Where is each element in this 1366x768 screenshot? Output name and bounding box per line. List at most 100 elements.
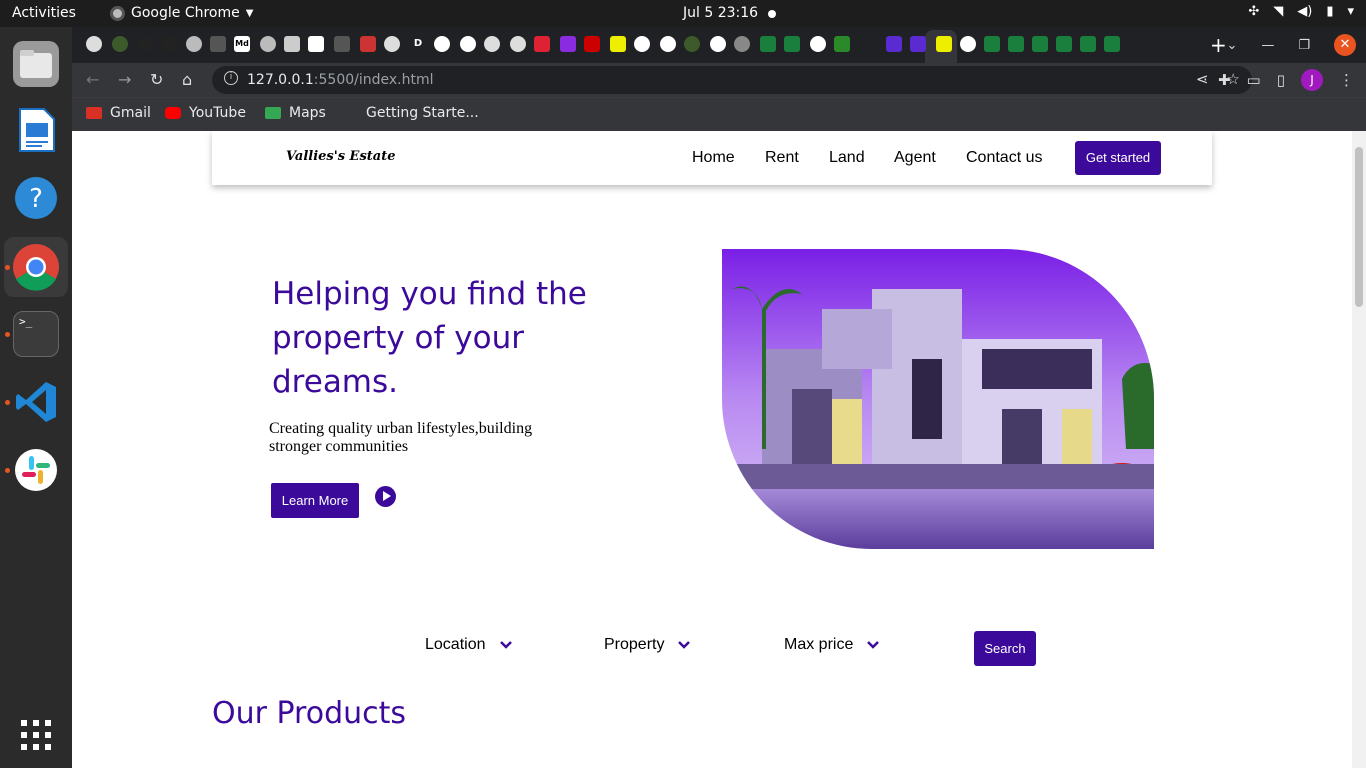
tab-favicon-hulu[interactable] bbox=[584, 36, 600, 52]
location-dropdown[interactable]: Location bbox=[425, 636, 512, 654]
bookmark-maps[interactable]: Maps bbox=[265, 105, 326, 121]
bookmark-getting-started[interactable]: Getting Starte... bbox=[342, 105, 479, 121]
clock[interactable]: Jul 5 23:16 bbox=[683, 5, 758, 21]
tab-search-icon[interactable]: ⌄ bbox=[1226, 38, 1237, 53]
files-icon[interactable] bbox=[13, 41, 59, 87]
side-panel-icon[interactable]: ▯ bbox=[1277, 71, 1285, 89]
new-tab-button[interactable]: + bbox=[1210, 33, 1227, 57]
tab-favicon-tree[interactable] bbox=[112, 36, 128, 52]
tab-favicon-github[interactable] bbox=[260, 36, 276, 52]
tab-favicon-google[interactable] bbox=[434, 36, 450, 52]
search-button[interactable]: Search bbox=[974, 631, 1036, 666]
tab-favicon-folder[interactable] bbox=[308, 36, 324, 52]
tab-favicon-google[interactable] bbox=[810, 36, 826, 52]
tab-favicon-globe[interactable] bbox=[384, 36, 400, 52]
tab-favicon-w[interactable] bbox=[784, 36, 800, 52]
app-grid-icon[interactable] bbox=[13, 712, 59, 758]
tab-favicon-google[interactable] bbox=[660, 36, 676, 52]
tab-favicon-r[interactable] bbox=[910, 36, 926, 52]
cast-icon[interactable]: ▭ bbox=[1247, 71, 1261, 89]
chrome-dock-icon[interactable] bbox=[4, 237, 68, 297]
network-icon: ✣ bbox=[1248, 4, 1260, 19]
terminal-icon[interactable]: >_ bbox=[13, 311, 59, 357]
share-icon[interactable]: ⋖ bbox=[1196, 70, 1209, 88]
site-info-icon[interactable]: i bbox=[224, 71, 238, 85]
tab-favicon-forms[interactable] bbox=[560, 36, 576, 52]
play-icon[interactable] bbox=[375, 486, 396, 507]
bookmark-youtube[interactable]: YouTube bbox=[165, 105, 246, 121]
profile-avatar[interactable]: J bbox=[1301, 69, 1323, 91]
nav-rent[interactable]: Rent bbox=[765, 149, 799, 167]
tab-favicon-w[interactable] bbox=[1056, 36, 1072, 52]
help-icon[interactable]: ? bbox=[13, 175, 59, 221]
tab-favicon-dark[interactable] bbox=[138, 36, 154, 52]
system-top-bar: Activities Google Chrome ▼ Jul 5 23:16 ✣… bbox=[0, 0, 1366, 27]
tab-favicon-google[interactable] bbox=[960, 36, 976, 52]
filter-label: Property bbox=[604, 636, 665, 653]
tab-favicon-gmail[interactable] bbox=[534, 36, 550, 52]
tab-favicon-w[interactable] bbox=[1032, 36, 1048, 52]
tab-favicon-w[interactable] bbox=[1080, 36, 1096, 52]
page-scrollbar[interactable] bbox=[1352, 131, 1366, 768]
nav-contact-us[interactable]: Contact us bbox=[966, 149, 1042, 167]
tab-favicon-globe[interactable] bbox=[510, 36, 526, 52]
site-logo[interactable]: Vallies's Estate bbox=[286, 149, 395, 164]
close-window-button[interactable]: ✕ bbox=[1334, 34, 1356, 56]
tab-favicon-github[interactable] bbox=[186, 36, 202, 52]
forward-button[interactable]: → bbox=[118, 70, 131, 89]
tab-favicon-globe[interactable] bbox=[86, 36, 102, 52]
system-tray[interactable]: ✣ ◥ ◀) ▮ ▾ bbox=[1248, 4, 1354, 19]
tab-favicon-globe[interactable] bbox=[484, 36, 500, 52]
tab-favicon-r[interactable] bbox=[886, 36, 902, 52]
property-dropdown[interactable]: Property bbox=[604, 636, 691, 654]
scrollbar-thumb[interactable] bbox=[1355, 147, 1363, 307]
app-menu[interactable]: Google Chrome ▼ bbox=[110, 5, 253, 21]
headline-line: property of your bbox=[272, 320, 524, 356]
learn-more-button[interactable]: Learn More bbox=[271, 483, 359, 518]
tab-favicon-w[interactable] bbox=[760, 36, 776, 52]
menu-icon[interactable]: ⋮ bbox=[1339, 71, 1354, 89]
activities-button[interactable]: Activities bbox=[12, 5, 76, 21]
extensions-icon[interactable]: ✚ bbox=[1218, 71, 1231, 89]
battery-icon: ▮ bbox=[1326, 4, 1334, 19]
tab-favicon-pen[interactable] bbox=[360, 36, 376, 52]
tab-favicon-w[interactable] bbox=[1008, 36, 1024, 52]
tab-favicon-tree[interactable] bbox=[684, 36, 700, 52]
svg-text:?: ? bbox=[29, 184, 43, 214]
bookmarks-bar: Gmail YouTube Maps Getting Starte... bbox=[72, 97, 1366, 131]
tab-favicon-google[interactable] bbox=[460, 36, 476, 52]
tab-favicon-dark[interactable] bbox=[162, 36, 178, 52]
tab-favicon-gfg[interactable] bbox=[834, 36, 850, 52]
reload-button[interactable]: ↻ bbox=[150, 70, 163, 89]
tab-favicon-generic[interactable] bbox=[210, 36, 226, 52]
tab-favicon-w[interactable] bbox=[984, 36, 1000, 52]
slack-icon[interactable] bbox=[13, 447, 59, 493]
maximize-button[interactable]: ❐ bbox=[1298, 38, 1310, 53]
tab-favicon-globe[interactable] bbox=[734, 36, 750, 52]
tray-caret-icon: ▾ bbox=[1347, 4, 1354, 19]
nav-agent[interactable]: Agent bbox=[894, 149, 936, 167]
tab-favicon-generic[interactable] bbox=[334, 36, 350, 52]
tab-favicon-md[interactable]: Md bbox=[234, 36, 250, 52]
back-button[interactable]: ← bbox=[86, 70, 99, 89]
nav-home[interactable]: Home bbox=[692, 149, 735, 167]
url-text[interactable]: 127.0.0.1:5500/index.html bbox=[247, 72, 434, 88]
bookmark-gmail[interactable]: Gmail bbox=[86, 105, 151, 121]
get-started-button[interactable]: Get started bbox=[1075, 141, 1161, 175]
tab-favicon-yellow[interactable] bbox=[610, 36, 626, 52]
tab-favicon-yellow[interactable] bbox=[936, 36, 952, 52]
max-price-dropdown[interactable]: Max price bbox=[784, 636, 880, 654]
tab-favicon-chrome[interactable] bbox=[634, 36, 650, 52]
address-bar[interactable]: i 127.0.0.1:5500/index.html ⋖ ☆ bbox=[212, 66, 1252, 94]
tab-favicon-w[interactable] bbox=[1104, 36, 1120, 52]
url-path: :5500/index.html bbox=[313, 72, 434, 88]
nav-land[interactable]: Land bbox=[829, 149, 865, 167]
tab-favicon-star[interactable] bbox=[284, 36, 300, 52]
tab-favicon-google[interactable] bbox=[710, 36, 726, 52]
chevron-down-icon bbox=[678, 641, 691, 649]
writer-icon[interactable] bbox=[13, 107, 59, 153]
tab-favicon-d[interactable]: D bbox=[410, 36, 426, 52]
home-button[interactable]: ⌂ bbox=[182, 70, 192, 89]
minimize-button[interactable]: — bbox=[1261, 38, 1274, 53]
vscode-icon[interactable] bbox=[13, 379, 59, 425]
